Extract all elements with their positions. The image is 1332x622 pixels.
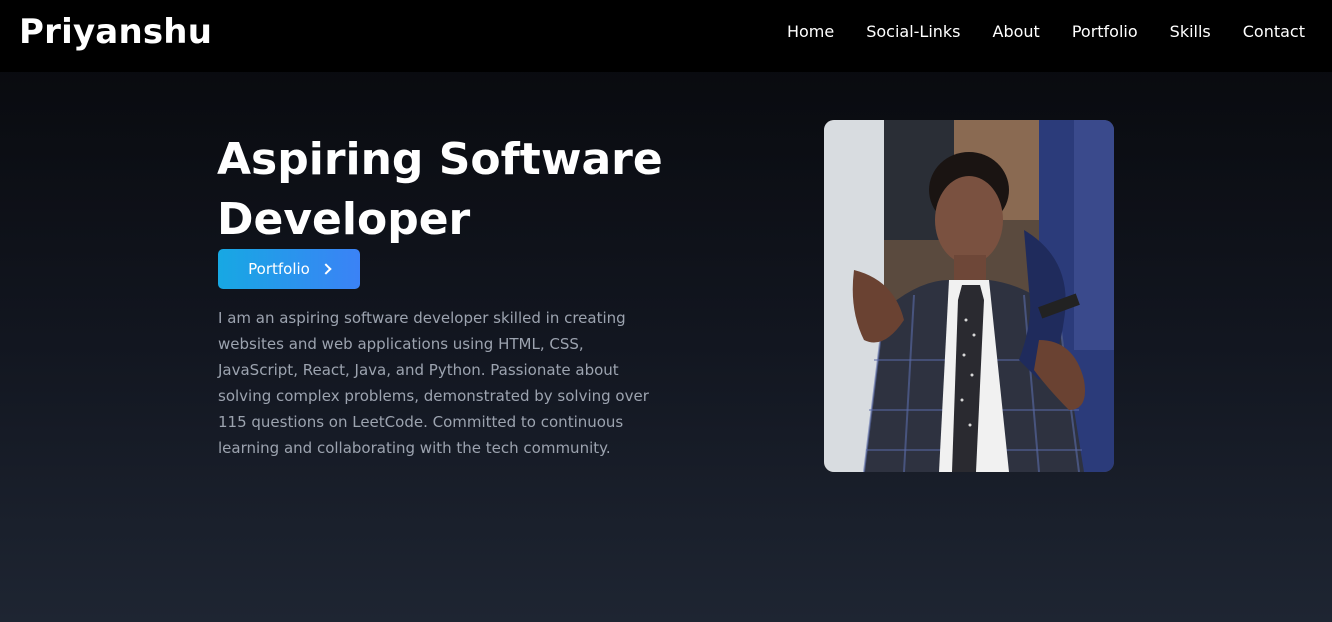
nav-link-portfolio[interactable]: Portfolio — [1072, 22, 1138, 41]
nav-links: Home Social-Links About Portfolio Skills… — [787, 22, 1305, 41]
portfolio-button[interactable]: Portfolio — [218, 249, 360, 289]
nav-link-social-links[interactable]: Social-Links — [866, 22, 960, 41]
profile-photo — [824, 120, 1114, 472]
nav-link-skills[interactable]: Skills — [1170, 22, 1211, 41]
nav-link-home[interactable]: Home — [787, 22, 834, 41]
hero-description: I am an aspiring software developer skil… — [218, 309, 649, 457]
navbar: Priyanshu Home Social-Links About Portfo… — [0, 0, 1332, 72]
brand-logo[interactable]: Priyanshu — [19, 12, 212, 52]
nav-link-about[interactable]: About — [993, 22, 1040, 41]
portfolio-button-label: Portfolio — [248, 260, 310, 278]
nav-link-contact[interactable]: Contact — [1243, 22, 1305, 41]
chevron-right-icon — [320, 263, 332, 275]
hero-title: Aspiring Software Developer — [217, 134, 663, 245]
